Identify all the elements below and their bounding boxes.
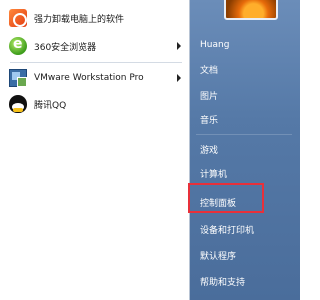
program-label: VMware Workstation Pro bbox=[34, 73, 144, 83]
help-and-support-link[interactable]: 帮助和支持 bbox=[196, 270, 296, 292]
highlight-annotation-box bbox=[188, 183, 264, 213]
divider bbox=[10, 62, 182, 63]
user-name-link[interactable]: Huang bbox=[196, 34, 296, 56]
qq-penguin-icon bbox=[9, 95, 27, 113]
documents-link[interactable]: 文档 bbox=[196, 58, 296, 80]
program-item-vmware[interactable]: VMware Workstation Pro bbox=[4, 66, 186, 90]
vmware-icon bbox=[9, 69, 27, 87]
user-picture[interactable] bbox=[224, 0, 278, 20]
uninstall-icon bbox=[9, 9, 27, 27]
computer-link[interactable]: 计算机 bbox=[196, 162, 296, 184]
system-links-pane: Huang 文档 图片 音乐 游戏 计算机 控制面板 设备和打印机 默认程序 帮… bbox=[190, 0, 300, 300]
devices-and-printers-link[interactable]: 设备和打印机 bbox=[196, 218, 296, 240]
divider bbox=[196, 134, 292, 135]
program-label: 360安全浏览器 bbox=[34, 42, 97, 53]
music-link[interactable]: 音乐 bbox=[196, 108, 296, 130]
programs-pane: 强力卸载电脑上的软件 360安全浏览器 VMware Workstation P… bbox=[0, 0, 190, 300]
default-programs-link[interactable]: 默认程序 bbox=[196, 244, 296, 266]
program-item-qq[interactable]: 腾讯QQ bbox=[4, 92, 186, 116]
program-item-uninstaller[interactable]: 强力卸载电脑上的软件 bbox=[4, 6, 186, 30]
games-link[interactable]: 游戏 bbox=[196, 138, 296, 160]
start-menu: 强力卸载电脑上的软件 360安全浏览器 VMware Workstation P… bbox=[0, 0, 300, 300]
program-label: 腾讯QQ bbox=[34, 100, 67, 111]
submenu-arrow-icon[interactable] bbox=[177, 74, 181, 82]
browser-360-icon bbox=[9, 36, 27, 55]
submenu-arrow-icon[interactable] bbox=[177, 42, 181, 50]
program-label: 强力卸载电脑上的软件 bbox=[34, 14, 125, 25]
pictures-link[interactable]: 图片 bbox=[196, 84, 296, 106]
program-item-360-browser[interactable]: 360安全浏览器 bbox=[4, 34, 186, 58]
